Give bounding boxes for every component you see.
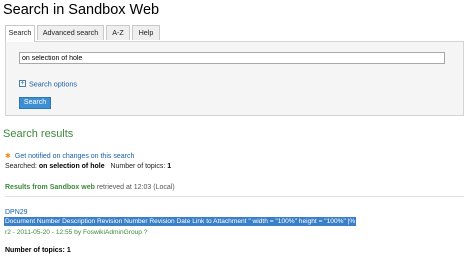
results-title: Search results — [3, 128, 74, 140]
author-link[interactable]: FoswikiAdminGroup ? — [83, 229, 148, 236]
topic-count: Number of topics: 1 — [5, 246, 71, 255]
tab-advanced-search[interactable]: Advanced search — [37, 25, 104, 40]
search-options-label: Search options — [29, 79, 77, 89]
tab-search[interactable]: Search — [5, 25, 35, 42]
web-name-link[interactable]: Sandbox web — [50, 184, 95, 191]
results-from-label: Results from — [5, 184, 48, 191]
search-button[interactable]: Search — [19, 97, 51, 109]
results-from: Results from Sandbox web retrieved at 12… — [5, 183, 175, 192]
divider — [5, 196, 464, 197]
tab-help[interactable]: Help — [132, 25, 160, 40]
notify-link[interactable]: Get notified on changes on this search — [15, 153, 134, 160]
tab-a-z[interactable]: A-Z — [106, 25, 130, 40]
notify-row: ✱ Get notified on changes on this search — [5, 152, 134, 161]
searched-summary: Searched: on selection of hole Number of… — [5, 162, 171, 171]
topic-count-value: 1 — [66, 247, 71, 254]
search-input[interactable] — [19, 52, 445, 64]
plus-box-icon: + — [19, 80, 26, 88]
rss-icon: ✱ — [5, 153, 11, 160]
revision-text: r2 - 2011-05-20 - 12:55 by — [5, 229, 82, 236]
searched-label: Searched: — [5, 163, 37, 170]
topic-link[interactable]: DPN29 — [5, 208, 28, 217]
retrieved-text: retrieved at 12:03 (Local) — [96, 184, 175, 191]
searched-query: on selection of hole — [38, 163, 105, 170]
page-title: Search in Sandbox Web — [3, 2, 160, 18]
num-topics-label: Number of topics: — [110, 163, 166, 170]
search-panel: +Search options Search — [5, 41, 464, 116]
revision-info: r2 - 2011-05-20 - 12:55 by FoswikiAdminG… — [5, 228, 147, 237]
topic-count-label: Number of topics: — [5, 247, 65, 254]
search-options-toggle[interactable]: + Search options — [19, 75, 77, 89]
topic-summary: Document Number Description Revision Num… — [4, 217, 357, 226]
num-topics-value: 1 — [167, 163, 172, 170]
